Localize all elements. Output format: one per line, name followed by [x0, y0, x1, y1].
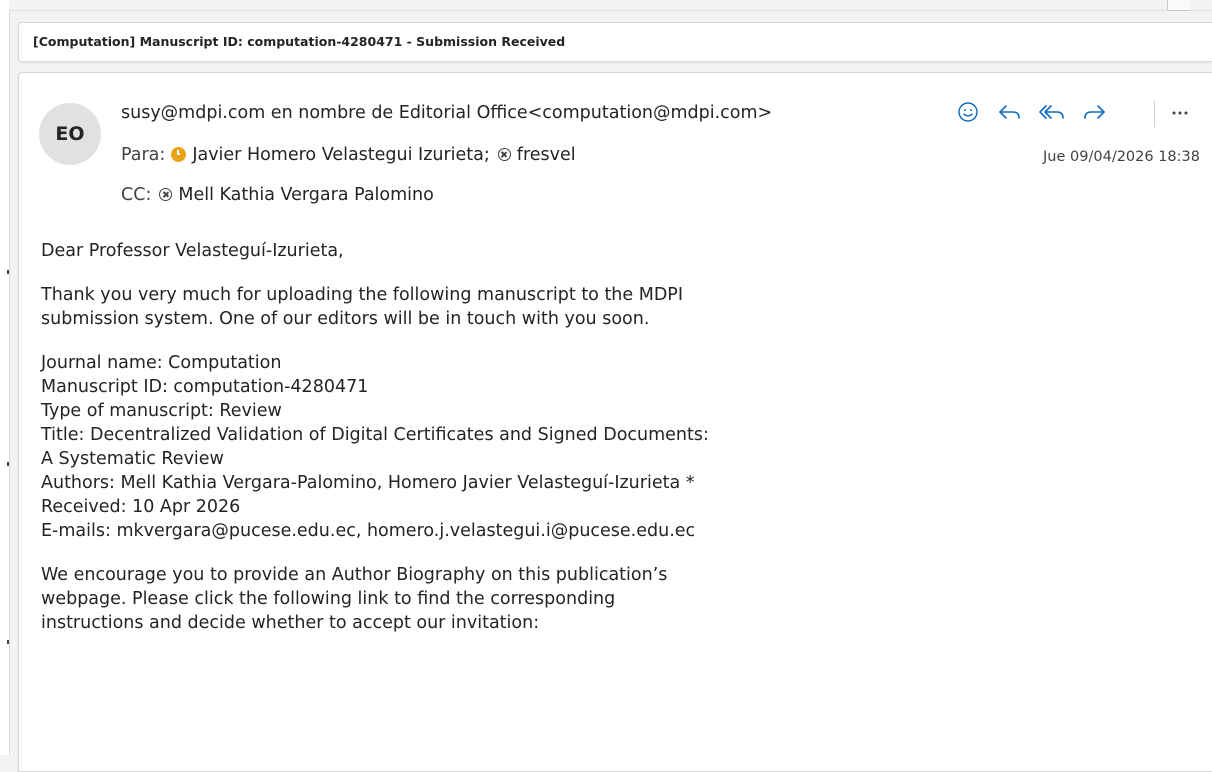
- message-card: EO susy@mdpi.com en nombre de Editorial …: [18, 72, 1212, 772]
- to-recipient[interactable]: Javier Homero Velastegui Izurieta;: [192, 145, 489, 165]
- sender-avatar[interactable]: EO: [39, 103, 101, 165]
- forward-icon: [1084, 105, 1105, 119]
- message-actions: [952, 97, 1212, 127]
- window-left-edge: [0, 0, 10, 755]
- body-paragraph: Thank you very much for uploading the fo…: [41, 285, 684, 329]
- cc-line: CC: Mell Kathia Vergara Palomino: [121, 185, 434, 205]
- forward-button[interactable]: [1078, 97, 1110, 127]
- top-strip: [9, 0, 1212, 11]
- detail-line: Title: Decentralized Validation of Digit…: [41, 425, 709, 445]
- message-body: Dear Professor Velasteguí-Izurieta, Than…: [41, 239, 1191, 655]
- detail-line: Manuscript ID: computation-4280471: [41, 377, 369, 397]
- subject-header: [Computation] Manuscript ID: computation…: [18, 22, 1212, 62]
- sender-line: susy@mdpi.com en nombre de Editorial Off…: [121, 103, 772, 123]
- actions-divider: [1154, 101, 1155, 127]
- detail-line: E-mails: mkvergara@pucese.edu.ec, homero…: [41, 521, 696, 541]
- email-subject: [Computation] Manuscript ID: computation…: [33, 34, 566, 49]
- away-status-icon: [171, 147, 187, 162]
- offline-status-icon: [159, 188, 173, 201]
- detail-line: Received: 10 Apr 2026: [41, 497, 241, 517]
- edge-tick: [7, 462, 9, 466]
- more-icon: [1172, 111, 1188, 115]
- to-label: Para:: [121, 145, 166, 165]
- reply-all-button[interactable]: [1036, 97, 1068, 127]
- detail-line: Type of manuscript: Review: [41, 401, 282, 421]
- manuscript-details: Journal name: Computation Manuscript ID:…: [41, 351, 1191, 543]
- to-line: Para: Javier Homero Velastegui Izurieta; f…: [121, 145, 576, 165]
- greeting: Dear Professor Velasteguí-Izurieta,: [41, 241, 344, 261]
- more-actions-button[interactable]: [1164, 97, 1196, 127]
- sent-date: Jue 09/04/2026 18:38: [1043, 149, 1200, 165]
- sender-address[interactable]: susy@mdpi.com en nombre de Editorial Off…: [121, 103, 772, 123]
- reply-icon: [999, 105, 1020, 119]
- emoji-reaction-button[interactable]: [952, 97, 984, 127]
- cc-recipient[interactable]: Mell Kathia Vergara Palomino: [178, 185, 434, 205]
- cc-label: CC:: [121, 185, 152, 205]
- reply-button[interactable]: [994, 97, 1026, 127]
- edge-tick: [7, 270, 9, 274]
- detail-line: Journal name: Computation: [41, 353, 282, 373]
- window-corner: [1167, 0, 1190, 11]
- detail-line: Authors: Mell Kathia Vergara-Palomino, H…: [41, 473, 695, 493]
- detail-line: A Systematic Review: [41, 449, 224, 469]
- body-paragraph: We encourage you to provide an Author Bi…: [41, 565, 668, 633]
- offline-status-icon: [497, 148, 511, 161]
- edge-tick: [7, 640, 9, 644]
- smiley-icon: [958, 102, 978, 122]
- to-recipient[interactable]: fresvel: [517, 145, 576, 165]
- reply-all-icon: [1039, 105, 1064, 119]
